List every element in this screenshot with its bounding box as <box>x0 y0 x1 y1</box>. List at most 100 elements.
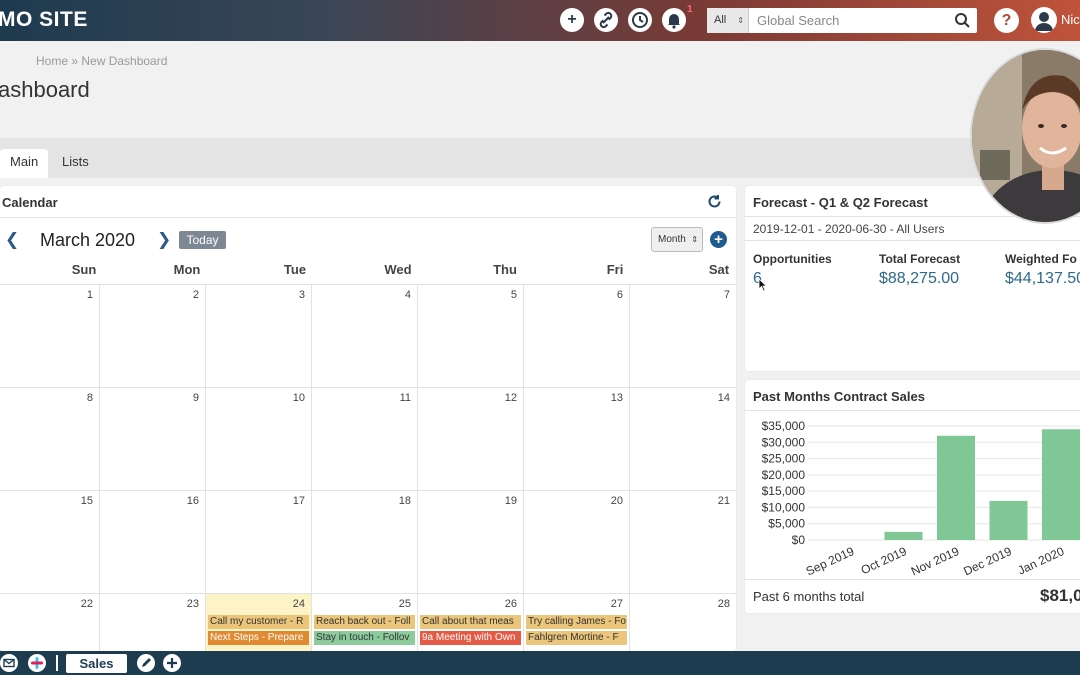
day-number: 19 <box>504 495 517 507</box>
calendar-day-cell[interactable]: 18 <box>312 490 418 593</box>
calendar-day-cell-today[interactable]: 24 Call my customer - R Next Steps - Pre… <box>206 593 312 651</box>
chart-bar[interactable] <box>989 500 1028 540</box>
breadcrumb[interactable]: Home » New Dashboard <box>36 54 167 68</box>
calendar-header-divider <box>0 217 736 218</box>
calendar-day-cell[interactable]: 26 Call about that meas 9a Meeting with … <box>418 593 524 651</box>
weighted-forecast-value: $44,137.50 <box>1005 270 1080 287</box>
calendar-day-cell[interactable]: 16 <box>100 490 206 593</box>
calendar-event[interactable]: Reach back out - Foll <box>314 615 415 629</box>
help-icon[interactable]: ? <box>994 8 1019 33</box>
calendar-day-cell[interactable]: 23 <box>100 593 206 651</box>
tab-lists[interactable]: Lists <box>52 149 99 178</box>
notifications-bell-icon[interactable] <box>662 8 686 32</box>
calendar-day-cell[interactable]: 25 Reach back out - Foll Stay in touch -… <box>312 593 418 651</box>
slack-icon[interactable] <box>28 654 46 672</box>
email-icon[interactable] <box>0 654 18 672</box>
refresh-icon[interactable] <box>706 193 723 210</box>
calendar-day-cell[interactable]: 6 <box>524 284 630 387</box>
user-name[interactable]: Nic <box>1061 12 1080 27</box>
weekday-header-thu: Thu <box>493 262 517 277</box>
x-tick-label: Sep 2019 <box>804 544 857 577</box>
calendar-day-cell[interactable]: 11 <box>312 387 418 490</box>
sales-tab[interactable]: Sales <box>66 654 127 673</box>
dashboard-tabs: Main Lists <box>0 138 1080 178</box>
day-number: 13 <box>610 392 623 404</box>
calendar-day-cell[interactable]: 17 <box>206 490 312 593</box>
day-number: 2 <box>192 289 199 301</box>
search-scope-select[interactable]: All <box>707 8 749 33</box>
day-number: 9 <box>192 392 199 404</box>
x-tick-label: Jan 2020 <box>1016 544 1067 577</box>
calendar-month-label: March 2020 <box>40 230 136 250</box>
calendar-day-cell[interactable]: 4 <box>312 284 418 387</box>
calendar-day-cell[interactable]: 15 <box>0 490 100 593</box>
calendar-day-cell[interactable]: 14 <box>630 387 736 490</box>
contract-sales-chart: $35,000 $30,000 $25,000 $20,000 $15,000 $10,0… <box>762 419 1080 577</box>
edit-pencil-icon[interactable] <box>137 654 155 672</box>
calendar-event[interactable]: Fahlgren Mortine - F <box>526 631 627 645</box>
calendar-day-cell[interactable]: 2 <box>100 284 206 387</box>
global-search-input[interactable] <box>751 8 951 33</box>
day-number: 17 <box>292 495 305 507</box>
site-title[interactable]: MO SITE <box>0 8 88 32</box>
calendar-day-cell[interactable]: 22 <box>0 593 100 651</box>
calendar-day-cell[interactable]: 5 <box>418 284 524 387</box>
add-tab-icon[interactable] <box>163 654 181 672</box>
calendar-event[interactable]: Try calling James - Fo <box>526 615 627 629</box>
day-number: 15 <box>80 495 93 507</box>
bottom-toolbar: Sales <box>0 651 1080 675</box>
y-tick-label: $20,000 <box>762 468 806 482</box>
day-number: 21 <box>717 495 730 507</box>
history-icon[interactable] <box>628 8 652 32</box>
calendar-day-cell[interactable]: 27 Try calling James - Fo Fahlgren Morti… <box>524 593 630 651</box>
calendar-day-cell[interactable]: 20 <box>524 490 630 593</box>
add-event-icon[interactable]: + <box>710 231 727 248</box>
calendar-day-cell[interactable]: 13 <box>524 387 630 490</box>
chart-bar[interactable] <box>937 435 975 540</box>
day-number: 18 <box>398 495 411 507</box>
calendar-event[interactable]: Call about that meas <box>420 615 521 629</box>
calendar-view-select[interactable]: Month <box>651 227 703 252</box>
calendar-event[interactable]: 9a Meeting with Own <box>420 631 521 645</box>
day-number: 10 <box>292 392 305 404</box>
search-icon[interactable] <box>954 12 971 29</box>
y-tick-label: $10,000 <box>762 500 806 514</box>
calendar-title: Calendar <box>2 195 58 210</box>
day-number: 28 <box>717 598 730 610</box>
calendar-event[interactable]: Next Steps - Prepare <box>208 631 309 645</box>
calendar-event[interactable]: Call my customer - R <box>208 615 309 629</box>
chart-bar[interactable] <box>1042 429 1080 540</box>
tab-main[interactable]: Main <box>0 149 49 178</box>
chart-bar[interactable] <box>884 531 923 540</box>
calendar-day-cell[interactable]: 21 <box>630 490 736 593</box>
calendar-day-cell[interactable]: 28 <box>630 593 736 651</box>
calendar-day-cell[interactable]: 19 <box>418 490 524 593</box>
day-number: 12 <box>504 392 517 404</box>
day-number: 24 <box>292 598 305 610</box>
total-forecast-value: $88,275.00 <box>879 270 960 287</box>
weekday-header-sun: Sun <box>71 262 97 277</box>
next-month-icon[interactable]: ❯ <box>157 230 171 250</box>
calendar-day-cell[interactable]: 3 <box>206 284 312 387</box>
day-number: 4 <box>404 289 411 301</box>
page-title: ashboard <box>0 77 90 102</box>
past-six-months-label: Past 6 months total <box>753 589 865 604</box>
x-tick-label: Dec 2019 <box>961 544 1014 577</box>
calendar-day-cell[interactable]: 10 <box>206 387 312 490</box>
link-icon[interactable] <box>594 8 618 32</box>
calendar-day-cell[interactable]: 8 <box>0 387 100 490</box>
user-avatar-icon[interactable] <box>1031 7 1057 33</box>
day-number: 7 <box>723 289 730 301</box>
day-number: 3 <box>298 289 305 301</box>
calendar-day-cell[interactable]: 7 <box>630 284 736 387</box>
calendar-event[interactable]: Stay in touch - Follov <box>314 631 415 645</box>
notification-count-badge: 1 <box>687 4 693 15</box>
add-icon[interactable]: + <box>560 8 584 32</box>
calendar-day-cell[interactable]: 12 <box>418 387 524 490</box>
previous-month-icon[interactable]: ❮ <box>5 230 19 250</box>
calendar-day-cell[interactable]: 9 <box>100 387 206 490</box>
weekday-header-wed: Wed <box>384 262 412 277</box>
calendar-day-cell[interactable]: 1 <box>0 284 100 387</box>
day-number: 20 <box>610 495 623 507</box>
today-button[interactable]: Today <box>179 231 226 249</box>
